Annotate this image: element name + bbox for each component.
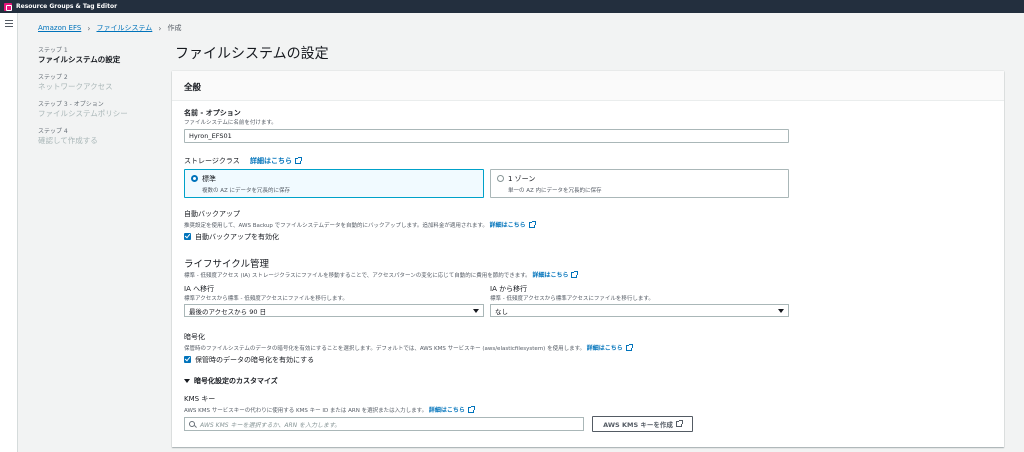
create-kms-key-button[interactable]: AWS KMS キーを作成 [592, 416, 693, 432]
lifecycle-learn-more-link[interactable]: 詳細はこちら [532, 271, 579, 279]
one-zone-description: 単一の AZ 内にデータを冗長的に保存 [508, 188, 602, 194]
external-link-icon [675, 420, 683, 427]
step-number: ステップ 1 [38, 47, 68, 54]
to-ia-select[interactable]: 最後のアクセスから 90 日 [184, 304, 484, 317]
step-number: ステップ 2 [38, 74, 68, 81]
customize-encryption-label: 暗号化設定のカスタマイズ [194, 377, 278, 385]
lifecycle-description: 標準 - 低頻度アクセス (IA) ストレージクラスにファイルを移動することで、… [184, 270, 579, 279]
standard-label: 標準 [202, 175, 216, 183]
step-1[interactable]: ステップ 1 ファイルシステムの設定 [38, 47, 158, 65]
caret-down-icon [473, 308, 479, 313]
menu-icon[interactable] [5, 20, 13, 29]
panel-header: 全般 [172, 71, 1004, 101]
from-ia-select[interactable]: なし [490, 304, 789, 317]
step-3: ステップ 3 - オプション ファイルシステムポリシー [38, 101, 158, 119]
from-ia-label: IA から移行 [490, 285, 528, 293]
name-description: ファイルシステムに名前を付けます。 [184, 120, 277, 126]
encryption-label: 暗号化 [184, 333, 205, 341]
step-4: ステップ 4 確認して作成する [38, 128, 158, 146]
create-kms-key-label: AWS KMS キーを作成 [603, 421, 673, 429]
kms-key-placeholder: AWS KMS キーを選択するか、ARN を入力します。 [200, 421, 341, 429]
backup-description: 推奨設定を使用して、AWS Backup でファイルシステムデータを自動的にバッ… [184, 220, 536, 229]
kms-learn-more-link[interactable]: 詳細はこちら [429, 406, 475, 414]
one-zone-label: 1 ゾーン [508, 175, 536, 183]
to-ia-description: 標準アクセスから標準 - 低頻度アクセスにファイルを移行します。 [184, 296, 348, 302]
encryption-description: 保管時のファイルシステムのデータの暗号化を有効にすることを選択します。デフォルト… [184, 343, 633, 352]
top-bar-title[interactable]: Resource Groups & Tag Editor [16, 3, 117, 10]
encryption-learn-more-link[interactable]: 詳細はこちら [587, 344, 633, 352]
standard-description: 複数の AZ にデータを冗長的に保存 [202, 188, 291, 194]
breadcrumb-current: 作成 [167, 24, 182, 32]
lifecycle-title: ライフサイクル管理 [184, 259, 270, 270]
from-ia-description: 標準 - 低頻度アクセスから標準アクセスにファイルを移行します。 [490, 296, 654, 302]
storage-class-label-text: ストレージクラス [184, 157, 240, 165]
external-link-icon [625, 344, 633, 351]
storage-class-learn-more-link[interactable]: 詳細はこちら [250, 157, 302, 165]
backup-checkbox-row[interactable]: 自動バックアップを有効化 [184, 232, 279, 242]
storage-class-label: ストレージクラス 詳細はこちら [184, 156, 302, 166]
kms-key-search-input[interactable]: AWS KMS キーを選択するか、ARN を入力します。 [184, 417, 584, 431]
to-ia-label: IA へ移行 [184, 285, 215, 293]
search-icon [189, 421, 195, 427]
storage-class-standard-tile[interactable]: 標準 複数の AZ にデータを冗長的に保存 [184, 169, 484, 198]
caret-down-icon [184, 379, 190, 383]
external-link-icon [571, 271, 579, 278]
encryption-checkbox-row[interactable]: 保管時のデータの暗号化を有効にする [184, 355, 314, 365]
step-2: ステップ 2 ネットワークアクセス [38, 74, 158, 92]
kms-label: KMS キー [184, 395, 216, 403]
storage-class-one-zone-tile[interactable]: 1 ゾーン 単一の AZ 内にデータを冗長的に保存 [490, 169, 789, 198]
breadcrumb: Amazon EFS › ファイルシステム › 作成 [38, 23, 182, 33]
step-label: ネットワークアクセス [38, 82, 113, 91]
resource-groups-icon[interactable] [4, 2, 12, 11]
external-link-icon [467, 406, 475, 413]
encryption-checkbox-label: 保管時のデータの暗号化を有効にする [195, 356, 315, 364]
encryption-checkbox[interactable] [184, 356, 191, 363]
backup-label: 自動バックアップ [184, 210, 240, 218]
step-label: ファイルシステムポリシー [38, 109, 128, 118]
top-bar: Resource Groups & Tag Editor [0, 0, 1024, 13]
to-ia-selected-value: 最後のアクセスから 90 日 [189, 307, 267, 316]
breadcrumb-file-systems[interactable]: ファイルシステム [97, 23, 153, 33]
backup-checkbox[interactable] [184, 233, 191, 240]
customize-encryption-expander[interactable]: 暗号化設定のカスタマイズ [184, 376, 278, 386]
general-panel: 全般 名前 - オプション ファイルシステムに名前を付けます。 ストレージクラス… [172, 71, 1004, 447]
step-label: ファイルシステムの設定 [38, 55, 121, 64]
caret-down-icon [778, 308, 784, 313]
external-link-icon [294, 157, 302, 164]
step-label: 確認して作成する [38, 136, 98, 145]
step-number: ステップ 3 - オプション [38, 101, 104, 108]
chevron-right-icon: › [158, 23, 162, 33]
name-label: 名前 - オプション [184, 109, 241, 117]
backup-learn-more-link[interactable]: 詳細はこちら [490, 221, 536, 229]
page-title: ファイルシステムの設定 [175, 46, 329, 62]
radio-standard[interactable] [191, 175, 198, 182]
radio-one-zone[interactable] [497, 175, 504, 182]
wizard-steps: ステップ 1 ファイルシステムの設定 ステップ 2 ネットワークアクセス ステッ… [38, 47, 158, 155]
step-number: ステップ 4 [38, 128, 68, 135]
chevron-right-icon: › [87, 23, 91, 33]
backup-checkbox-label: 自動バックアップを有効化 [195, 233, 279, 241]
side-nav-strip [0, 13, 18, 452]
external-link-icon [528, 221, 536, 228]
from-ia-selected-value: なし [495, 307, 508, 316]
kms-description: AWS KMS サービスキーの代わりに使用する KMS キー ID または AR… [184, 405, 475, 414]
breadcrumb-amazon-efs[interactable]: Amazon EFS [38, 24, 81, 32]
name-input[interactable] [184, 129, 789, 143]
